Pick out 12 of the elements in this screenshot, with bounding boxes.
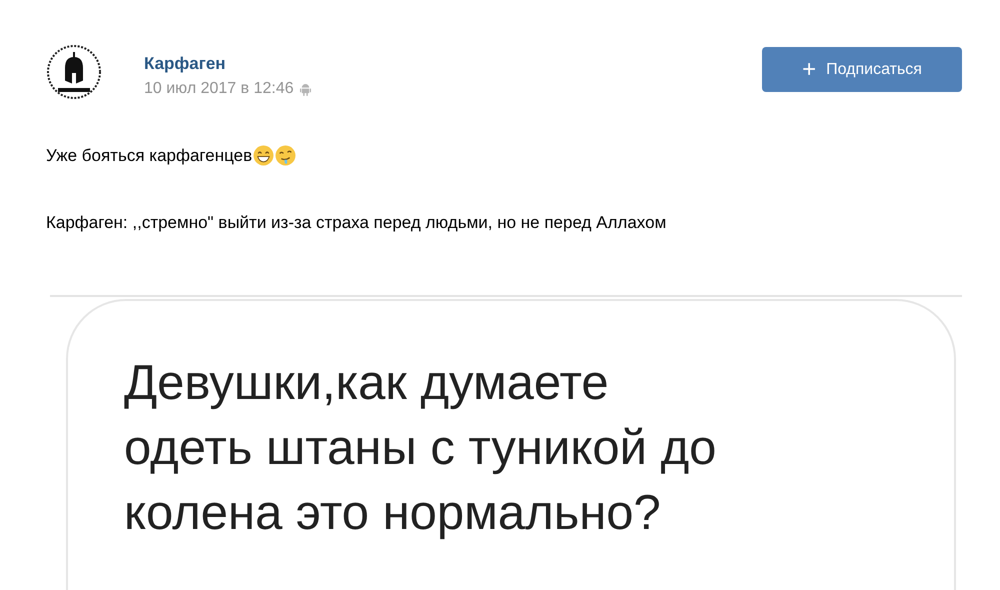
- author-name-link[interactable]: Карфаген: [144, 54, 226, 74]
- subscribe-button[interactable]: + Подписаться: [762, 47, 962, 92]
- question-text: одеть штаны с туникой до: [124, 420, 718, 477]
- helmet-logo-icon: [46, 44, 102, 100]
- question-text: Девушки,как думаете: [124, 355, 610, 412]
- grinning-face-icon: [253, 145, 274, 166]
- post-text: Уже бояться карфагенцев: [46, 146, 252, 166]
- post-date: 10 июл 2017 в 12:46: [144, 80, 294, 98]
- drooling-face-icon: [275, 145, 296, 166]
- question-text: колена это нормально?: [124, 485, 662, 542]
- post-text: Карфаген: ,,стремно" выйти из-за страха перед людьми, но не перед Аллахом: [46, 213, 668, 233]
- android-icon: [300, 82, 311, 96]
